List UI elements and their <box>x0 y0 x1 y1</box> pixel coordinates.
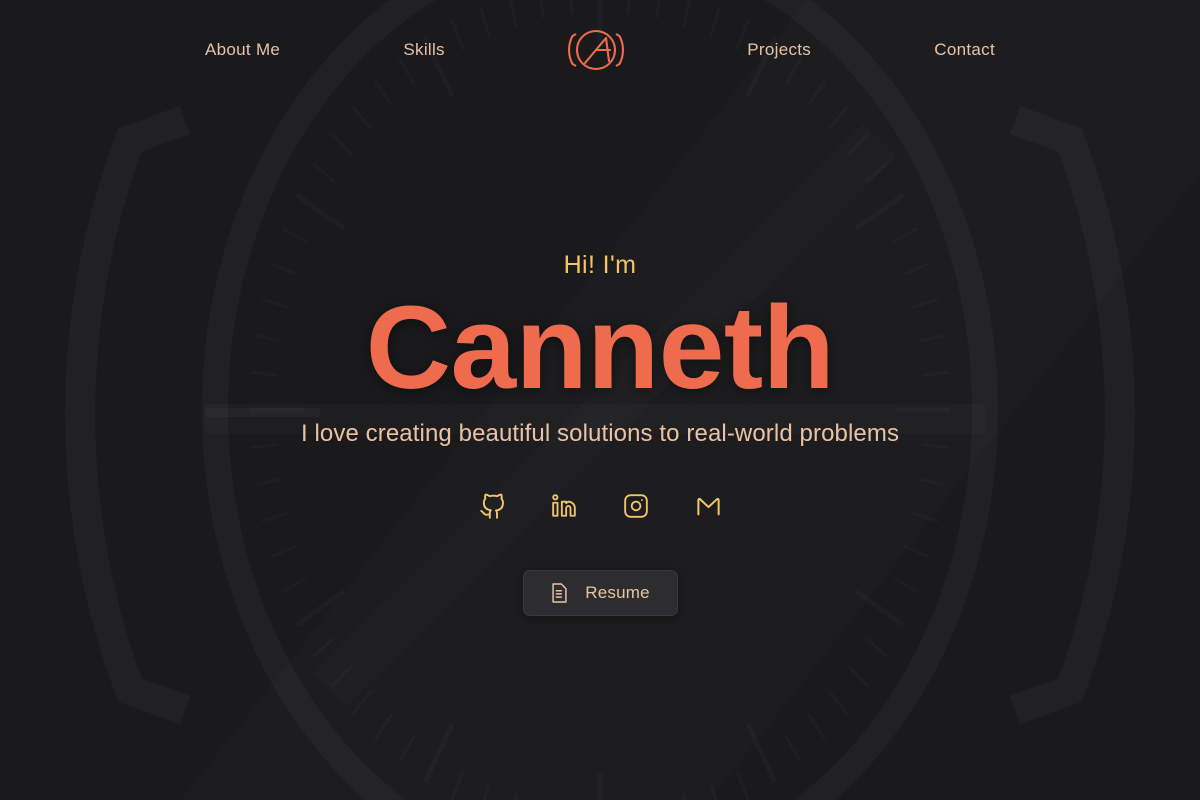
hero-tagline: I love creating beautiful solutions to r… <box>300 420 900 448</box>
main-navigation: About Me Skills Projects Contact <box>0 0 1200 100</box>
linkedin-icon <box>552 494 576 517</box>
document-icon <box>552 583 567 603</box>
hero-tagline-container: I love creating beautiful solutions to r… <box>0 420 1200 449</box>
nav-link-contact[interactable]: Contact <box>934 40 995 60</box>
nav-link-skills[interactable]: Skills <box>403 40 444 60</box>
resume-button[interactable]: Resume <box>522 570 678 617</box>
resume-button-label: Resume <box>585 583 650 603</box>
tagline-accent-dash <box>205 408 320 417</box>
social-link-gmail[interactable] <box>693 491 723 521</box>
instagram-icon <box>624 494 648 518</box>
hero-name: Canneth <box>365 282 835 414</box>
nav-link-projects[interactable]: Projects <box>747 40 811 60</box>
hero-greeting: Hi! I'm <box>563 251 637 279</box>
social-link-linkedin[interactable] <box>549 491 579 521</box>
github-icon <box>479 493 504 519</box>
gmail-icon <box>696 497 720 516</box>
hero-section: Hi! I'm Canneth I love creating beautifu… <box>0 0 1200 800</box>
site-logo-link[interactable] <box>568 20 625 80</box>
social-links-row <box>477 491 723 521</box>
nav-items-container: About Me Skills Projects Contact <box>205 20 995 80</box>
portfolio-hero-page: About Me Skills Projects Contact Hi! I'm… <box>0 0 1200 800</box>
social-link-github[interactable] <box>477 491 507 521</box>
nav-link-about-me[interactable]: About Me <box>205 40 280 60</box>
monogram-a-logo-icon <box>568 29 625 71</box>
social-link-instagram[interactable] <box>621 491 651 521</box>
